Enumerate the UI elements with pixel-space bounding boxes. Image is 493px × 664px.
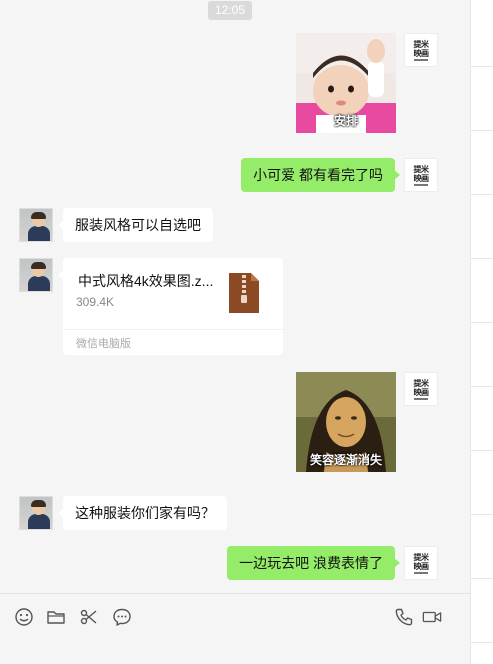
message-bubble-self[interactable]: 小可爱 都有看完了吗: [241, 158, 400, 192]
avatar-text: 映画: [413, 386, 430, 397]
sticker-mona-lisa[interactable]: 笑容逐渐消失: [296, 372, 396, 472]
avatar-text: 映画: [413, 172, 430, 183]
sticker-baby[interactable]: 安排: [296, 33, 396, 133]
avatar[interactable]: [19, 258, 53, 292]
avatar[interactable]: 提米 映画: [404, 546, 438, 580]
phone-icon[interactable]: [394, 607, 414, 627]
session-list-edge: [470, 0, 493, 664]
message-bubble-other[interactable]: 服装风格可以自选吧: [58, 208, 213, 242]
sticker-caption: 笑容逐渐消失: [309, 453, 382, 467]
file-message[interactable]: 中式风格4k效果图.z... 309.4K 微信电脑版: [58, 258, 283, 355]
chat-window: 12:05 安排 提米 映画 小可爱 都有看完了吗 提米 映画 服装风格可以自选…: [0, 0, 470, 664]
time-divider: 12:05: [208, 1, 252, 20]
avatar[interactable]: 提米 映画: [404, 33, 438, 67]
avatar-text: 映画: [413, 560, 430, 571]
avatar-text: 映画: [413, 47, 430, 58]
avatar-underline: [414, 397, 428, 400]
sticker-caption: 安排: [333, 114, 358, 128]
folder-icon[interactable]: [46, 607, 66, 627]
avatar[interactable]: [19, 496, 53, 530]
avatar-underline: [414, 571, 428, 574]
video-call-icon[interactable]: [422, 607, 442, 627]
avatar-underline: [414, 183, 428, 186]
file-name: 中式风格4k效果图.z...: [78, 273, 214, 289]
message-bubble-self[interactable]: 一边玩去吧 浪费表情了: [227, 546, 400, 580]
avatar-underline: [414, 58, 428, 61]
avatar[interactable]: 提米 映画: [404, 372, 438, 406]
message-bubble-other[interactable]: 这种服装你们家有吗？: [58, 496, 227, 530]
chat-history-icon[interactable]: [112, 607, 132, 627]
file-divider: [63, 329, 283, 330]
emoji-icon[interactable]: [14, 607, 34, 627]
file-size: 309.4K: [76, 295, 115, 309]
scissors-icon[interactable]: [79, 607, 99, 627]
input-toolbar: [0, 593, 470, 664]
avatar[interactable]: [19, 208, 53, 242]
zip-file-icon: [229, 273, 259, 313]
avatar[interactable]: 提米 映画: [404, 158, 438, 192]
file-source: 微信电脑版: [76, 338, 131, 350]
